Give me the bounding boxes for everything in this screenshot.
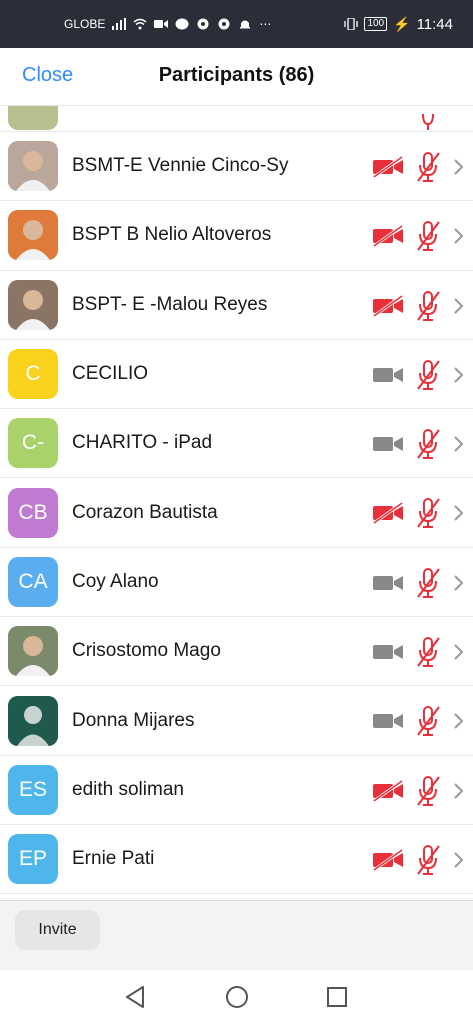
chevron-right-icon[interactable] [452,366,464,384]
mic-muted-icon[interactable] [414,220,442,252]
invite-button[interactable]: Invite [15,910,100,950]
video-on-icon[interactable] [372,710,404,732]
participant-row[interactable]: C- CHARITO - iPad [0,409,473,479]
chevron-right-icon[interactable] [452,158,464,176]
participant-row[interactable]: CA Coy Alano [0,548,473,618]
status-bar: GLOBE ⋯ 100 ⚡ 11:44 [0,0,473,48]
more-notifications-icon: ⋯ [259,17,272,31]
header: Close Participants (86) [0,48,473,106]
avatar: C- [8,418,58,469]
charging-icon: ⚡ [393,15,411,32]
avatar: C [8,349,58,400]
video-off-icon[interactable] [372,294,404,317]
mic-muted-icon[interactable] [414,567,442,599]
back-icon[interactable] [123,984,149,1010]
mic-muted-icon[interactable] [414,844,442,876]
participant-name: CECILIO [72,363,149,385]
chevron-right-icon[interactable] [452,435,464,453]
participant-row[interactable]: BSMT-E Vennie Cinco-Sy [0,132,473,202]
video-off-icon[interactable] [372,779,404,802]
avatar [8,279,58,330]
avatar [8,626,58,677]
clock: 11:44 [416,15,453,33]
chevron-right-icon[interactable] [452,782,464,800]
recents-icon[interactable] [324,984,350,1010]
avatar: CA [8,556,58,607]
footer: Invite [0,900,473,970]
avatar [8,210,58,261]
participant-row[interactable]: CB Corazon Bautista [0,478,473,548]
mic-muted-icon[interactable] [414,151,442,183]
participant-name: edith soliman [72,778,184,800]
video-on-icon[interactable] [372,572,404,594]
vibrate-icon [344,18,359,30]
avatar: EP [8,834,58,885]
mic-muted-icon [422,113,434,130]
participant-row[interactable]: EP Ernie Pati [0,825,473,895]
avatar [8,106,58,130]
video-notification-icon [154,20,169,28]
participant-row[interactable]: Crisostomo Mago [0,617,473,687]
participant-name: Crisostomo Mago [72,640,221,662]
video-off-icon[interactable] [372,156,404,178]
video-off-icon[interactable] [372,502,404,525]
participant-row[interactable]: C CECILIO [0,340,473,410]
participant-name: BSPT B Nelio Altoveros [72,224,272,246]
mic-muted-icon[interactable] [414,705,442,737]
battery-icon: 100 [364,17,388,31]
chevron-right-icon[interactable] [452,504,464,522]
partial-list-item[interactable] [0,106,473,132]
video-off-icon[interactable] [372,225,404,248]
video-on-icon[interactable] [372,641,404,663]
participant-name: Coy Alano [72,570,159,592]
mic-muted-icon[interactable] [414,775,442,807]
video-off-icon[interactable] [372,848,404,871]
participant-name: Corazon Bautista [72,501,218,523]
mic-muted-icon[interactable] [414,428,442,460]
participant-name: Ernie Pati [72,848,155,870]
mic-muted-icon[interactable] [414,636,442,668]
mic-muted-icon[interactable] [414,497,442,529]
avatar: ES [8,764,58,815]
avatar: CB [8,487,58,538]
page-title: Participants (86) [158,64,315,86]
video-on-icon[interactable] [372,364,404,386]
chrome-icon [197,18,209,30]
mic-muted-icon[interactable] [414,359,442,391]
chevron-right-icon[interactable] [452,297,464,315]
participant-row[interactable]: BSPT- E -Malou Reyes [0,271,473,340]
participant-list[interactable]: BSMT-E Vennie Cinco-Sy BSPT B Nelio Altov… [0,106,473,900]
participant-row[interactable]: Donna Mijares [0,686,473,756]
carrier-label: GLOBE [64,17,106,31]
participant-name: BSPT- E -Malou Reyes [72,293,268,315]
chevron-right-icon[interactable] [452,712,464,730]
home-icon[interactable] [224,984,250,1010]
participant-name: BSMT-E Vennie Cinco-Sy [72,155,289,177]
video-on-icon[interactable] [372,433,404,455]
participant-name: CHARITO - iPad [72,432,213,454]
chrome-icon-2 [218,18,230,30]
participant-row[interactable]: ES edith soliman [0,756,473,825]
mic-muted-icon[interactable] [414,290,442,322]
participant-row[interactable]: BSPT B Nelio Altoveros [0,201,473,271]
avatar [8,141,58,192]
chevron-right-icon[interactable] [452,643,464,661]
system-nav-bar [0,970,473,1024]
chevron-right-icon[interactable] [452,574,464,592]
participant-name: Donna Mijares [72,709,195,731]
signal-icon [112,18,127,30]
avatar [8,695,58,746]
wifi-icon [133,18,147,30]
chevron-right-icon[interactable] [452,851,464,869]
chevron-right-icon[interactable] [452,227,464,245]
messenger-icon [175,18,189,30]
bell-icon [240,20,251,29]
